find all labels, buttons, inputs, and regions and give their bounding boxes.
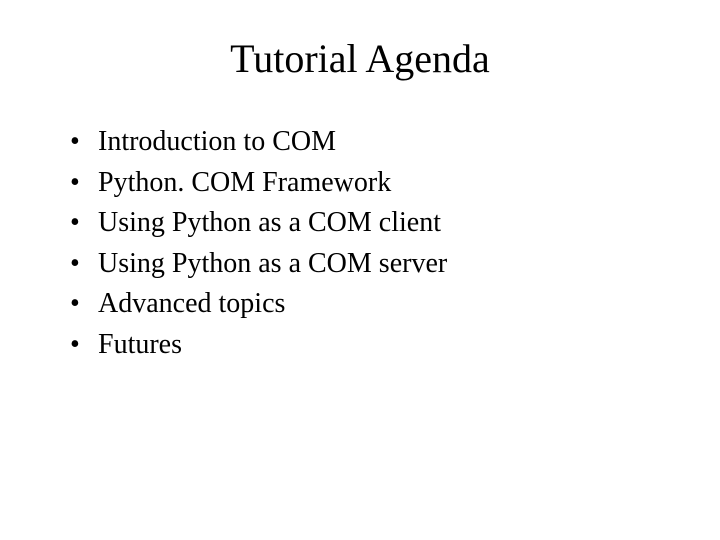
bullet-list: • Introduction to COM • Python. COM Fram… [60,122,660,366]
slide-title: Tutorial Agenda [60,35,660,82]
list-item: • Introduction to COM [70,122,660,163]
bullet-text: Using Python as a COM server [98,244,660,285]
list-item: • Using Python as a COM server [70,244,660,285]
list-item: • Advanced topics [70,284,660,325]
bullet-text: Introduction to COM [98,122,660,163]
list-item: • Python. COM Framework [70,163,660,204]
bullet-icon: • [70,284,98,325]
bullet-text: Futures [98,325,660,366]
bullet-text: Python. COM Framework [98,163,660,204]
bullet-text: Using Python as a COM client [98,203,660,244]
list-item: • Futures [70,325,660,366]
bullet-icon: • [70,244,98,285]
list-item: • Using Python as a COM client [70,203,660,244]
bullet-icon: • [70,325,98,366]
slide: Tutorial Agenda • Introduction to COM • … [0,0,720,540]
bullet-icon: • [70,203,98,244]
bullet-icon: • [70,122,98,163]
bullet-icon: • [70,163,98,204]
bullet-text: Advanced topics [98,284,660,325]
